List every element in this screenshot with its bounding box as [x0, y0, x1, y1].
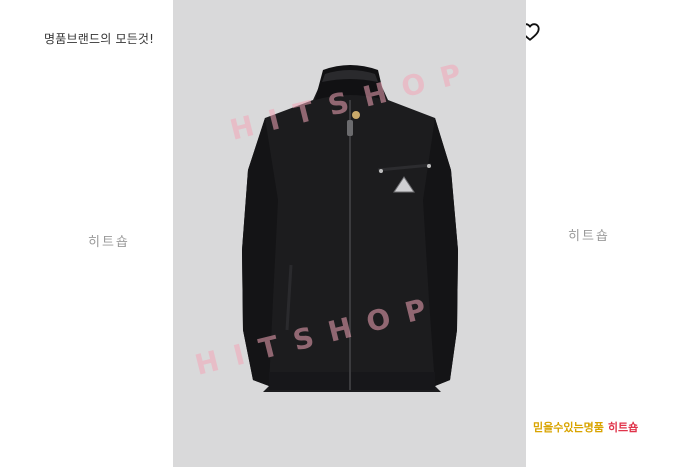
footer-watermark-part1: 믿을수있는명품	[533, 421, 604, 434]
side-watermark-left: 히트숍	[88, 235, 130, 250]
footer-watermark-part2: 히트숍	[607, 421, 639, 434]
footer-watermark: 믿을수있는명품 히트숍	[533, 419, 638, 435]
side-watermark-right: 히트숍	[568, 229, 610, 244]
tagline-text: 명품브랜드의 모든것!	[44, 32, 155, 46]
hem-band	[269, 372, 435, 390]
jacket-illustration: HITSHOP HITSHOP	[192, 54, 480, 392]
product-image: HITSHOP HITSHOP	[173, 0, 526, 467]
